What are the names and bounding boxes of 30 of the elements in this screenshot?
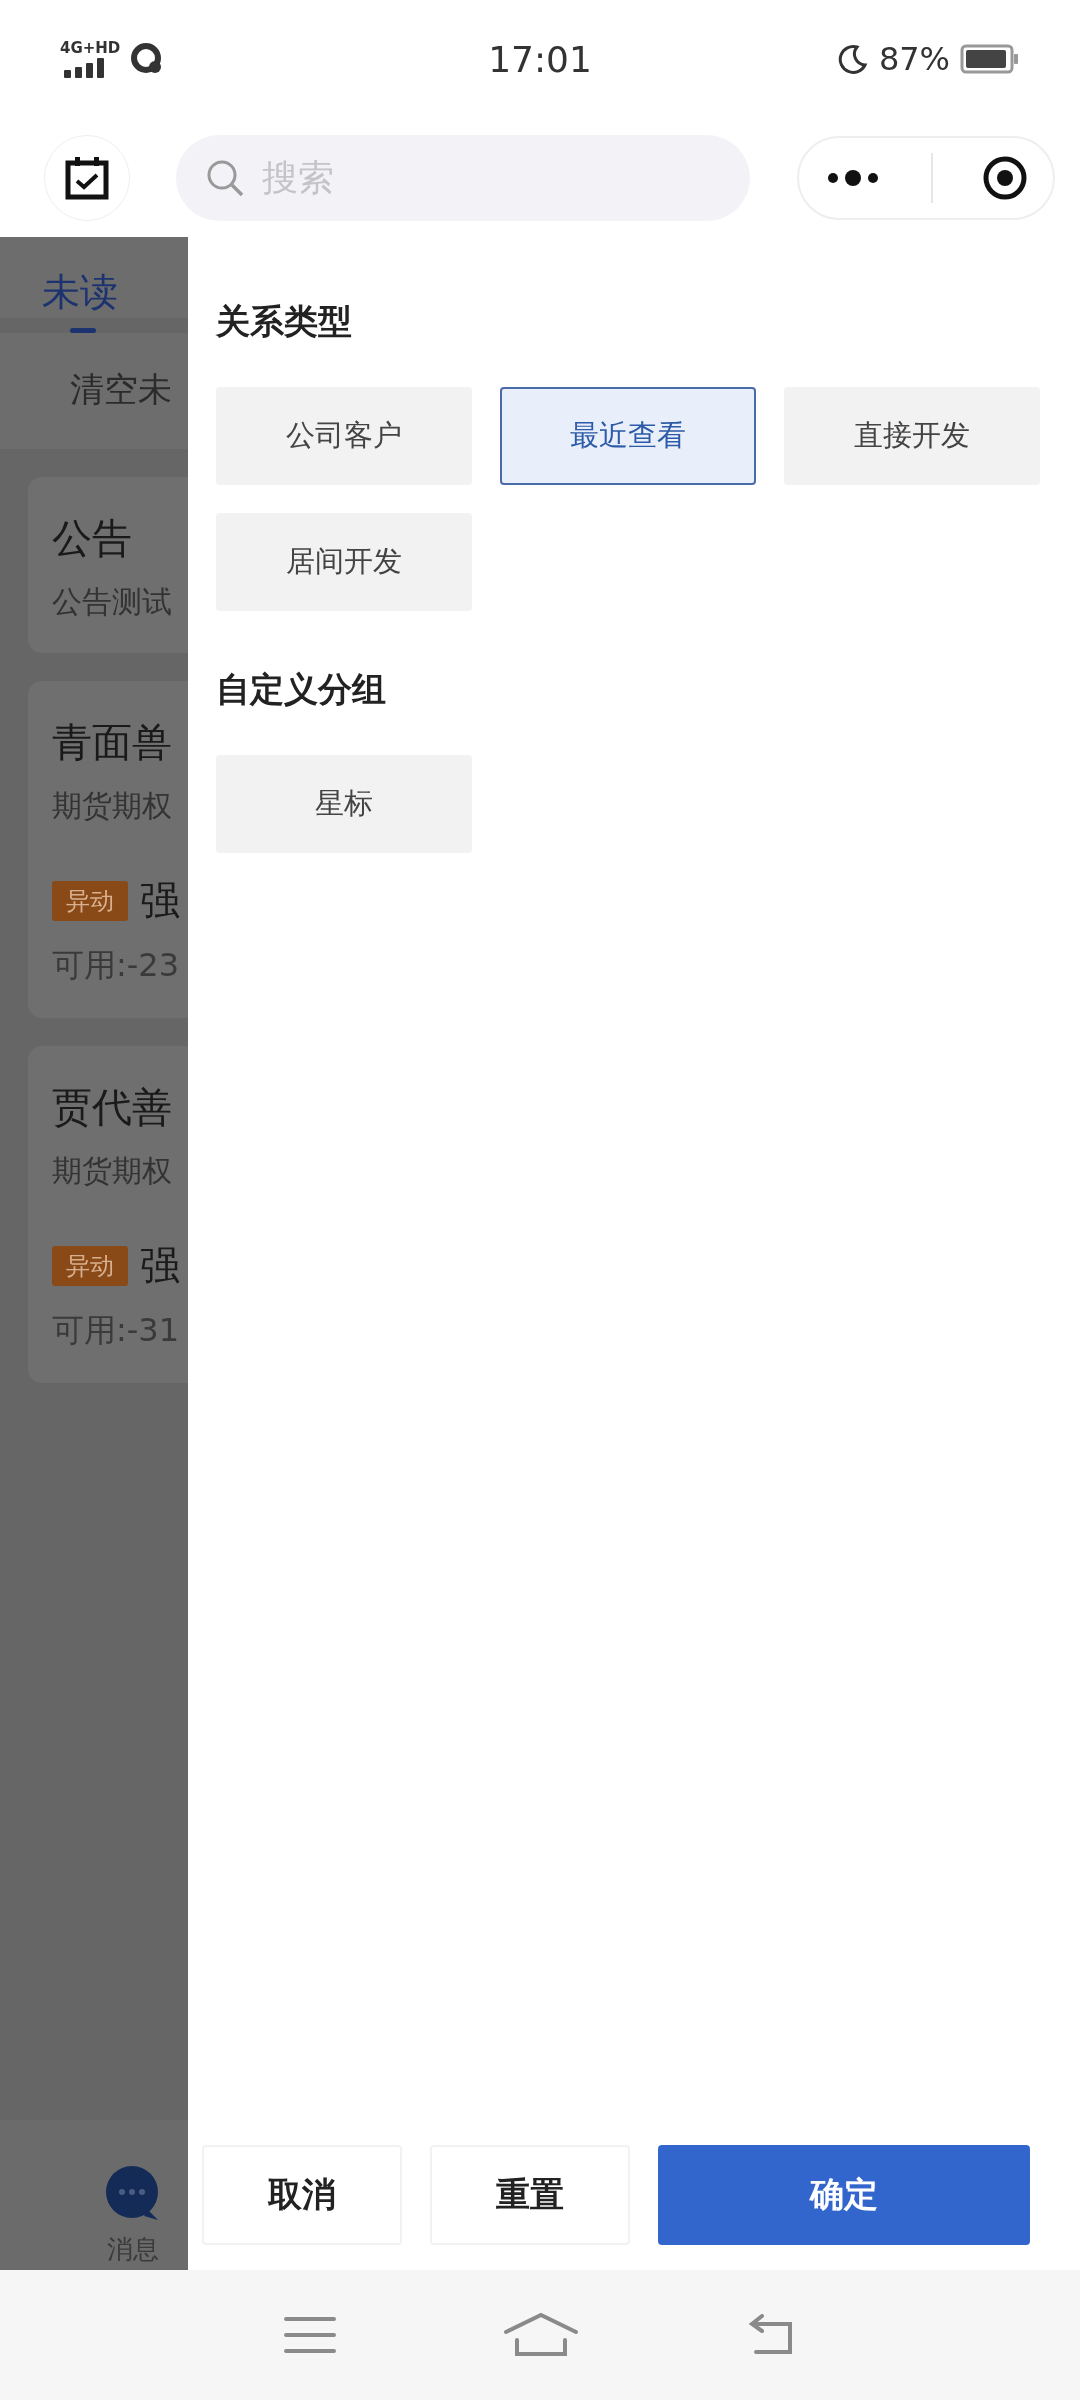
card-subtitle: 公告测试 [52, 583, 173, 621]
filter-option[interactable]: 最近查看 [500, 387, 756, 485]
battery-percent: 87% [878, 40, 950, 78]
client-name: 强 [140, 1241, 180, 1290]
card-title: 青面兽 [52, 718, 173, 767]
card-subtitle: 期货期权 [52, 1152, 173, 1190]
menu-icon[interactable] [283, 2315, 336, 2355]
clock-time: 17:01 [488, 38, 592, 80]
confirm-button[interactable]: 确定 [658, 2145, 1030, 2245]
filter-option[interactable]: 直接开发 [784, 387, 1040, 485]
card-subtitle: 期货期权 [52, 787, 173, 825]
card-title: 公告 [52, 514, 133, 563]
filter-option[interactable]: 星标 [216, 755, 472, 853]
client-name: 强 [140, 876, 180, 925]
moon-icon [836, 43, 869, 75]
calendar-check-icon [64, 154, 110, 201]
message-card[interactable]: 公告 公告测试 [28, 477, 188, 653]
status-tag: 异动 [52, 880, 128, 921]
footer-button[interactable]: 重置 [430, 2145, 630, 2245]
section-title: 自定义分组 [216, 668, 387, 711]
card-title: 贾代善 [52, 1083, 173, 1132]
filter-option[interactable]: 公司客户 [216, 387, 472, 485]
home-icon[interactable] [503, 2312, 579, 2358]
section-title: 关系类型 [216, 300, 353, 343]
filter-option[interactable]: 居间开发 [216, 513, 472, 611]
battery-icon [960, 44, 1020, 74]
status-tag: 异动 [52, 1245, 128, 1286]
network-label: 4G+HD [60, 40, 121, 56]
tab-underline [70, 328, 96, 333]
footer-button[interactable]: 取消 [202, 2145, 402, 2245]
